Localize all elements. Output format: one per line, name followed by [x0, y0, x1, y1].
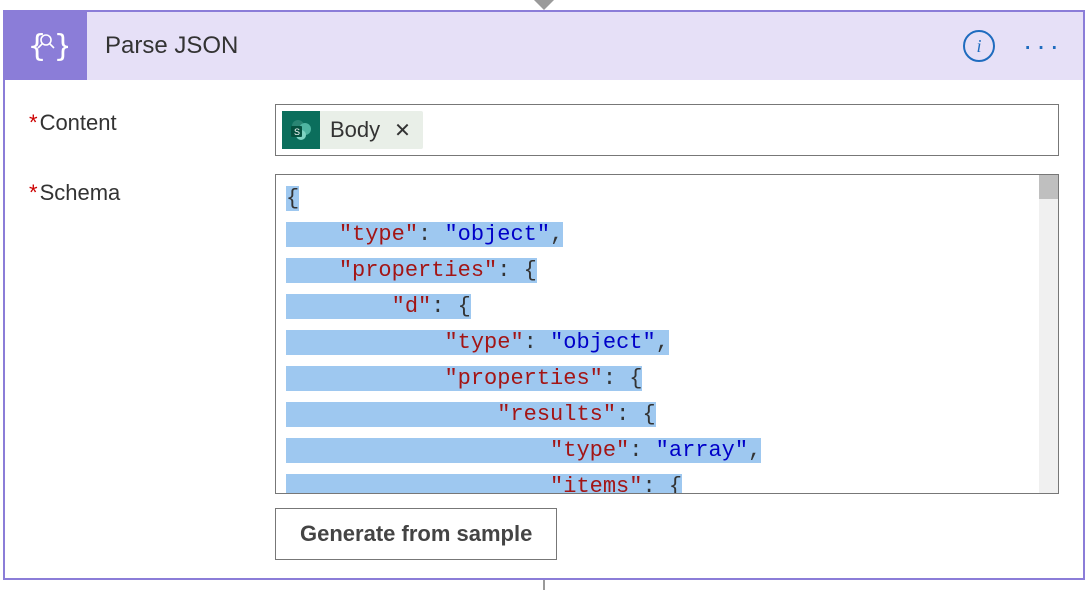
- sharepoint-icon: S: [282, 111, 320, 149]
- svg-text:{: {: [28, 29, 46, 64]
- schema-label: *Schema: [29, 174, 275, 560]
- scrollbar-thumb[interactable]: [1039, 175, 1058, 199]
- action-icon: { }: [5, 12, 87, 80]
- card-header[interactable]: { } Parse JSON i ···: [5, 12, 1083, 80]
- content-row: *Content S Bod: [29, 104, 1059, 156]
- scrollbar-track[interactable]: [1039, 175, 1058, 493]
- schema-input[interactable]: { "type": "object", "properties": { "d":…: [275, 174, 1059, 494]
- required-marker: *: [29, 110, 38, 135]
- svg-text:}: }: [54, 29, 68, 64]
- braces-icon: { }: [24, 24, 68, 68]
- generate-from-sample-button[interactable]: Generate from sample: [275, 508, 557, 560]
- connector-line-out: [543, 580, 545, 590]
- dynamic-content-token[interactable]: S Body ✕: [282, 111, 423, 149]
- content-label: *Content: [29, 104, 275, 156]
- remove-token-icon[interactable]: ✕: [390, 118, 423, 143]
- connector-arrow-in: [534, 0, 554, 10]
- parse-json-card: { } Parse JSON i ··· *Content: [3, 10, 1085, 580]
- card-body: *Content S Bod: [5, 80, 1083, 578]
- required-marker: *: [29, 180, 38, 205]
- info-icon[interactable]: i: [963, 30, 995, 62]
- schema-row: *Schema { "type": "object", "properties"…: [29, 174, 1059, 560]
- content-input[interactable]: S Body ✕: [275, 104, 1059, 156]
- schema-code[interactable]: { "type": "object", "properties": { "d":…: [286, 181, 1048, 494]
- more-menu-icon[interactable]: ···: [1023, 41, 1063, 51]
- card-title: Parse JSON: [105, 32, 963, 60]
- token-label: Body: [320, 117, 390, 143]
- svg-text:S: S: [294, 127, 300, 137]
